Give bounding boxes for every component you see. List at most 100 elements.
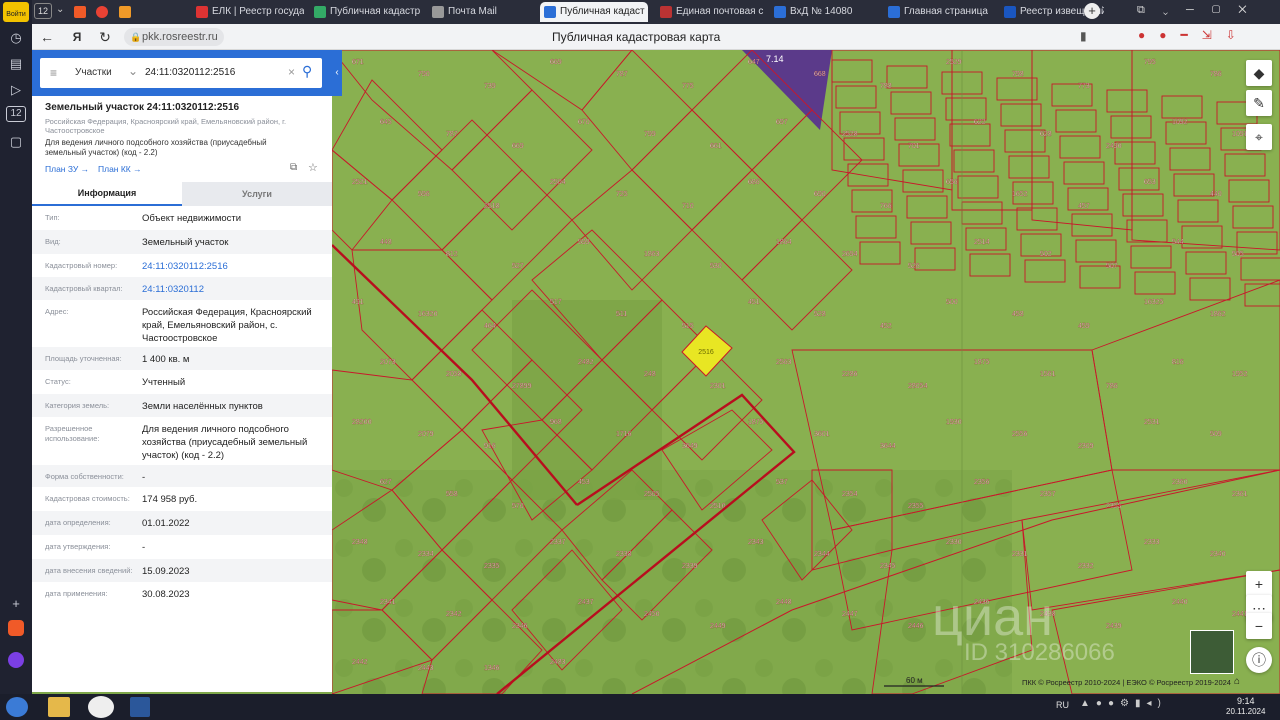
star-icon[interactable]: ☆: [308, 161, 318, 174]
reload-icon[interactable]: ↻: [96, 28, 114, 46]
parcel-number-label: 2483: [550, 659, 566, 666]
taskbar: RU ▲●●⚙▮◂) 9:14 20.11.2024: [0, 694, 1280, 720]
parcel-number-label: 795: [1144, 59, 1156, 66]
ruler-button[interactable]: ✎: [1246, 90, 1272, 116]
menu-icon[interactable]: ≡: [50, 66, 57, 80]
clear-icon[interactable]: ×: [288, 65, 295, 79]
field-label: дата утверждения:: [45, 542, 111, 551]
browser-tab[interactable]: Публичная кадаст: [540, 2, 648, 22]
cadastral-map[interactable]: 7.14 671 790 739 669 787 775 647 668 788 2529 798 7…: [332, 50, 1280, 694]
parcel-number-label: 2337: [550, 539, 566, 546]
parcel-number-label: 2563: [776, 359, 792, 366]
parcel-number-label: 2335: [484, 563, 500, 570]
field-value: Учтенный: [142, 377, 186, 388]
search-input[interactable]: 24:11:0320112:2516: [145, 67, 235, 78]
browser-tab[interactable]: Главная страница: [884, 2, 992, 22]
bookmark-icon[interactable]: ▮: [1080, 29, 1087, 43]
clipboard-icon[interactable]: ▤: [6, 54, 26, 74]
watermark: циан: [932, 587, 1053, 647]
briefcase-icon[interactable]: ▢: [6, 132, 26, 152]
url-field[interactable]: 🔒 pkk.rosreestr.ru: [124, 28, 224, 46]
zoom-out-button[interactable]: −: [1246, 613, 1272, 639]
parcel-number-label: 2449: [710, 623, 726, 630]
tab-info[interactable]: Информация: [32, 182, 182, 206]
new-tab-button[interactable]: +: [1084, 3, 1100, 19]
field-value[interactable]: 24:11:0320112: [142, 283, 322, 296]
extensions-icons[interactable]: ●●━⇲⇩: [1138, 28, 1250, 42]
field-value: 174 958 руб.: [142, 494, 198, 505]
plan-kk-link[interactable]: План КК →: [98, 164, 142, 174]
alice-icon[interactable]: [8, 652, 24, 668]
yandex-icon[interactable]: Я: [68, 28, 86, 46]
parcel-number-label: 1863: [644, 251, 660, 258]
category-select[interactable]: Участки: [75, 67, 112, 78]
explorer-icon[interactable]: [48, 697, 70, 717]
parcel-number-label: 798: [1012, 71, 1024, 78]
parcel-number-label: 464: [484, 323, 496, 330]
search-icon[interactable]: ⚲: [302, 63, 312, 80]
collapse-panel-button[interactable]: ‹: [332, 64, 342, 82]
browser-tab[interactable]: Единая почтовая си: [656, 2, 764, 22]
lang-indicator[interactable]: RU: [1056, 700, 1069, 710]
browser-tab[interactable]: ВхД № 14080: [770, 2, 878, 22]
parcel-number-label: 766: [880, 203, 892, 210]
parcel-number-label: 2357: [1040, 491, 1056, 498]
field-label: Кадастровая стоимость:: [45, 494, 130, 503]
yandex-browser-icon[interactable]: [88, 696, 114, 718]
browser-tab[interactable]: Публичная кадастр: [310, 2, 420, 22]
tray-icons[interactable]: ▲●●⚙▮◂): [1080, 698, 1167, 709]
field-value: Земельный участок: [142, 237, 229, 248]
browser-tab[interactable]: ЕЛК | Реестр государ: [192, 2, 304, 22]
parcel-number-label: 558: [446, 491, 458, 498]
clock-icon[interactable]: ◷: [6, 28, 26, 48]
copy-icon[interactable]: ⧉: [290, 162, 297, 173]
parcel-number-label: 2529: [946, 59, 962, 66]
info-row: Статус: Учтенный: [32, 370, 332, 394]
layers-button[interactable]: ◆: [1246, 60, 1272, 86]
browser-tab[interactable]: Почта Mail: [428, 2, 538, 22]
parcel-number-label: 2531: [1144, 419, 1160, 426]
tab-count-icon[interactable]: 12: [6, 106, 26, 122]
copyright: ПКК © Росреестр 2010-2024 | ЕЭКО © Росре…: [1022, 678, 1231, 687]
watermark-id: ID 310286066: [964, 639, 1115, 666]
parcel-number-label: 647: [748, 59, 760, 66]
parcel-number-label: 2334: [418, 551, 434, 558]
chevron-down-icon[interactable]: ⌄: [128, 64, 138, 78]
search-box[interactable]: ≡ Участки ⌄ 24:11:0320112:2516 × ⚲: [40, 58, 322, 88]
parcel-number-label: 786: [1106, 383, 1118, 390]
parcel-number-label: 2504: [550, 179, 566, 186]
word-icon[interactable]: [130, 697, 150, 717]
tab-count-badge[interactable]: 12: [34, 3, 52, 19]
login-badge[interactable]: Войти: [3, 2, 29, 22]
clock-time[interactable]: 9:14: [1237, 696, 1255, 706]
field-label: Кадастровый номер:: [45, 261, 118, 270]
locate-button[interactable]: ⌖: [1246, 124, 1272, 150]
minimap-thumbnail[interactable]: [1190, 630, 1234, 674]
zoom-in-button[interactable]: +: [1246, 571, 1272, 597]
pinned-tabs[interactable]: [74, 5, 154, 19]
parcel-number-label: 530: [710, 263, 722, 270]
back-icon[interactable]: ←: [38, 28, 56, 46]
play-icon[interactable]: ▷: [6, 80, 26, 100]
parcel-number-label: 2286: [842, 371, 858, 378]
start-button[interactable]: [6, 697, 28, 717]
field-value: 01.01.2022: [142, 518, 190, 529]
parcel-number-label: 537: [776, 479, 788, 486]
plan-zu-link[interactable]: План ЗУ →: [45, 164, 89, 174]
tab-services[interactable]: Услуги: [182, 182, 332, 206]
lock-icon: 🔒: [130, 32, 142, 42]
parcel-number-label: 1875: [748, 419, 764, 426]
parcel-number-label: 2339: [682, 563, 698, 570]
search-header: ≡ Участки ⌄ 24:11:0320112:2516 × ⚲ ‹: [32, 50, 342, 96]
parcel-number-label: 790: [418, 71, 430, 78]
parcel-number-label: 686: [748, 179, 760, 186]
field-value[interactable]: 24:11:0320112:2516: [142, 260, 322, 273]
app-icon[interactable]: [8, 620, 24, 636]
map-canvas[interactable]: 7.14 671 790 739 669 787 775 647 668 788 2529 798 7…: [332, 50, 1280, 694]
info-button[interactable]: ⓘ: [1246, 647, 1272, 673]
window-controls[interactable]: ⧉⌄─▢✕: [1137, 4, 1265, 17]
plus-icon[interactable]: +: [6, 594, 26, 614]
chevron-down-icon[interactable]: ⌄: [56, 4, 64, 15]
clock-date[interactable]: 20.11.2024: [1226, 707, 1265, 716]
home-icon[interactable]: ⌂: [1234, 676, 1240, 687]
